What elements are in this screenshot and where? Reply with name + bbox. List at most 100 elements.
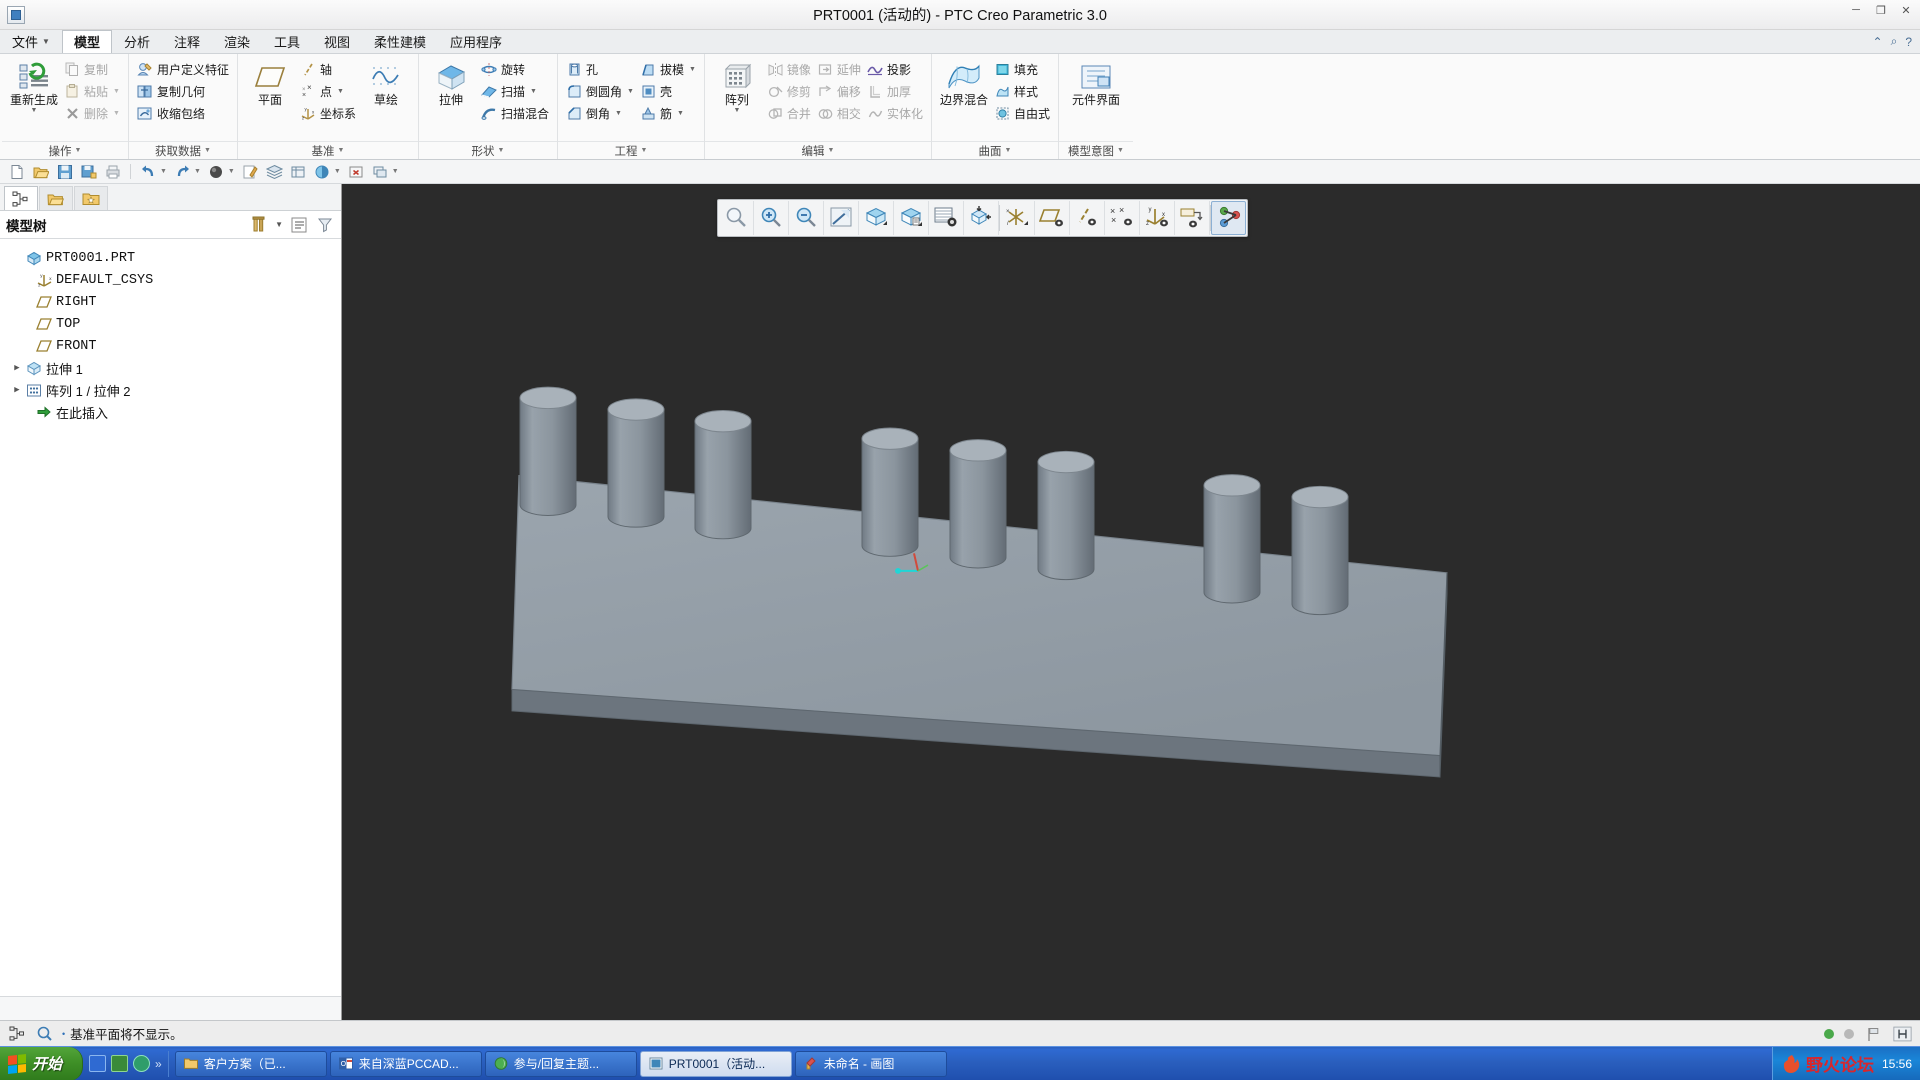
tree-item-4[interactable]: FRONT bbox=[10, 335, 341, 357]
repaint-button[interactable] bbox=[824, 201, 859, 235]
trim-button[interactable]: 修剪 bbox=[764, 81, 814, 102]
zoom-in-button[interactable] bbox=[754, 201, 789, 235]
ribbon-group-surfaces-label[interactable]: 曲面 ▼ bbox=[931, 141, 1058, 159]
ribbon-group-engineering-label[interactable]: 工程 ▼ bbox=[558, 141, 704, 159]
copy-geometry-button[interactable]: 复制几何 bbox=[134, 81, 232, 102]
search-icon[interactable] bbox=[35, 1024, 54, 1043]
chevron-down-icon[interactable]: ▼ bbox=[31, 107, 38, 115]
selection-filter-icon[interactable] bbox=[1893, 1024, 1912, 1043]
start-button[interactable]: 开始 bbox=[0, 1046, 84, 1080]
merge-button[interactable]: 合并 bbox=[764, 103, 814, 124]
extrude-button[interactable]: 拉伸 bbox=[424, 58, 478, 109]
view-normal-button[interactable] bbox=[964, 201, 999, 235]
tab-view[interactable]: 视图 bbox=[312, 30, 362, 53]
graphics-toolbar[interactable]: × / × × × y x z bbox=[717, 199, 1248, 237]
taskbar-item-4[interactable]: 未命名 - 画图 bbox=[794, 1050, 947, 1077]
chevron-down-icon[interactable]: ▼ bbox=[275, 220, 283, 229]
swept-blend-button[interactable]: 扫描混合 bbox=[478, 103, 552, 124]
taskbar-clock[interactable]: 15:56 bbox=[1882, 1057, 1912, 1071]
print-icon[interactable] bbox=[104, 163, 121, 180]
quick-launch-bar[interactable]: » bbox=[83, 1050, 169, 1077]
tree-item-6[interactable]: ▶ 阵列 1 / 拉伸 2 bbox=[10, 379, 341, 401]
taskbar-item-3[interactable]: PRT0001（活动... bbox=[639, 1050, 792, 1077]
tree-item-0[interactable]: PRT0001.PRT bbox=[10, 247, 341, 269]
appearance-icon[interactable] bbox=[314, 163, 331, 180]
tree-item-1[interactable]: y x z DEFAULT_CSYS bbox=[10, 269, 341, 291]
datum-point-button[interactable]: × × × 点 ▼ bbox=[297, 81, 359, 102]
tree-item-3[interactable]: TOP bbox=[10, 313, 341, 335]
sketch-button[interactable]: 草绘 bbox=[359, 58, 413, 109]
display-style-hidden-button[interactable] bbox=[894, 201, 929, 235]
intersect-button[interactable]: 相交 bbox=[814, 103, 864, 124]
chevron-down-icon[interactable]: ▼ bbox=[392, 168, 399, 175]
tree-item-5[interactable]: ▶ 拉伸 1 bbox=[10, 357, 341, 379]
model-tree-tab[interactable] bbox=[4, 186, 38, 210]
chevron-down-icon[interactable]: ▼ bbox=[228, 168, 235, 175]
window-controls[interactable]: ─ ❐ ✕ bbox=[1848, 3, 1914, 17]
chevron-down-icon[interactable]: ▼ bbox=[194, 168, 201, 175]
delete-button[interactable]: 删除 ▼ bbox=[61, 103, 123, 124]
datum-axis-button[interactable]: 轴 bbox=[297, 59, 359, 80]
chevron-down-icon[interactable]: ▼ bbox=[689, 66, 696, 73]
tab-applications[interactable]: 应用程序 bbox=[438, 30, 514, 53]
ribbon-tab-strip[interactable]: 文件 ▼ 模型 分析 注释 渲染 工具 视图 柔性建模 应用程序 ⌃ ⌕ ? bbox=[0, 30, 1920, 54]
round-button[interactable]: 倒圆角 ▼ bbox=[563, 81, 637, 102]
chevron-down-icon[interactable]: ▼ bbox=[677, 110, 684, 117]
close-window-icon[interactable] bbox=[348, 163, 365, 180]
view-manager-icon[interactable] bbox=[290, 163, 307, 180]
tab-annotate[interactable]: 注释 bbox=[162, 30, 212, 53]
quicklaunch-icon-2[interactable] bbox=[111, 1055, 129, 1072]
tree-item-7[interactable]: 在此插入 bbox=[10, 401, 341, 423]
datum-plane-button[interactable]: 平面 bbox=[243, 58, 297, 109]
quicklaunch-icon-1[interactable] bbox=[89, 1055, 107, 1072]
regenerate-button[interactable]: 重新生成 ▼ bbox=[7, 58, 61, 117]
extend-button[interactable]: 延伸 bbox=[814, 59, 864, 80]
expand-arrow-icon[interactable]: ▶ bbox=[10, 363, 24, 373]
refit-button[interactable] bbox=[719, 201, 754, 235]
shell-button[interactable]: 壳 bbox=[637, 81, 699, 102]
new-file-icon[interactable] bbox=[8, 163, 25, 180]
ribbon-group-editing-label[interactable]: 编辑 ▼ bbox=[704, 141, 931, 159]
draft-button[interactable]: 拔模 ▼ bbox=[637, 59, 699, 80]
fill-button[interactable]: 填充 bbox=[991, 59, 1053, 80]
offset-button[interactable]: 偏移 bbox=[814, 81, 864, 102]
taskbar-item-2[interactable]: 参与/回复主题... bbox=[484, 1050, 637, 1077]
axis-display-button[interactable] bbox=[1070, 201, 1105, 235]
chamfer-button[interactable]: 倒角 ▼ bbox=[563, 103, 637, 124]
project-button[interactable]: 投影 bbox=[864, 59, 926, 80]
chevron-down-icon[interactable]: ▼ bbox=[113, 88, 120, 95]
sweep-button[interactable]: 扫描 ▼ bbox=[478, 81, 552, 102]
taskbar-item-0[interactable]: 客户方案（已... bbox=[174, 1050, 327, 1077]
solidify-button[interactable]: 实体化 bbox=[864, 103, 926, 124]
window-list-icon[interactable] bbox=[372, 163, 389, 180]
quicklaunch-icon-3[interactable] bbox=[133, 1055, 151, 1072]
freestyle-button[interactable]: 自由式 bbox=[991, 103, 1053, 124]
chevron-down-icon[interactable]: ▼ bbox=[113, 110, 120, 117]
chevron-down-icon[interactable]: ▼ bbox=[530, 88, 537, 95]
model-tree[interactable]: PRT0001.PRT y x z DEFAULT_CSYS RIGHT TOP FRONT ▶… bbox=[0, 239, 341, 996]
ribbon-group-shapes-label[interactable]: 形状 ▼ bbox=[418, 141, 557, 159]
shrinkwrap-button[interactable]: 收缩包络 bbox=[134, 103, 232, 124]
mirror-button[interactable]: 镜像 bbox=[764, 59, 814, 80]
tab-flexible-modeling[interactable]: 柔性建模 bbox=[362, 30, 438, 53]
zoom-out-button[interactable] bbox=[789, 201, 824, 235]
paste-button[interactable]: 粘贴 ▼ bbox=[61, 81, 123, 102]
hole-button[interactable]: 孔 bbox=[563, 59, 637, 80]
search-icon[interactable]: ⌕ bbox=[1891, 34, 1898, 49]
annotate-icon[interactable] bbox=[242, 163, 259, 180]
chevron-down-icon[interactable]: ▼ bbox=[160, 168, 167, 175]
navigator-tabs[interactable] bbox=[0, 184, 341, 211]
saved-views-button[interactable] bbox=[929, 201, 964, 235]
help-icon[interactable]: ? bbox=[1905, 35, 1912, 49]
chevron-down-icon[interactable]: ▼ bbox=[733, 107, 740, 115]
open-file-icon[interactable] bbox=[32, 163, 49, 180]
save-as-icon[interactable] bbox=[80, 163, 97, 180]
datum-csys-button[interactable]: yxz 坐标系 bbox=[297, 103, 359, 124]
favorites-tab[interactable] bbox=[74, 186, 108, 210]
ribbon-system-icons[interactable]: ⌃ ⌕ ? bbox=[1873, 34, 1912, 49]
thicken-button[interactable]: 加厚 bbox=[864, 81, 926, 102]
quick-access-toolbar[interactable]: ▼ ▼ ▼ ▼ ▼ bbox=[0, 160, 1920, 184]
tab-tools[interactable]: 工具 bbox=[262, 30, 312, 53]
folder-browser-tab[interactable] bbox=[39, 186, 73, 210]
chevron-down-icon[interactable]: ▼ bbox=[627, 88, 634, 95]
